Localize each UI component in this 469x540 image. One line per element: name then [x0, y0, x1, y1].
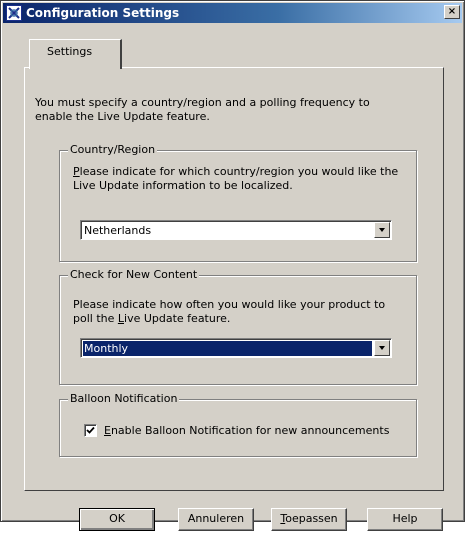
- new-content-legend: Check for New Content: [68, 268, 200, 281]
- polling-frequency-select[interactable]: Monthly: [80, 338, 392, 358]
- apply-button[interactable]: Toepassen: [271, 508, 347, 531]
- country-region-group: Country/Region Please indicate for which…: [59, 143, 417, 262]
- country-region-description: Please indicate for which country/region…: [73, 165, 399, 192]
- country-region-value: Netherlands: [84, 224, 152, 237]
- polling-frequency-dropdown-button[interactable]: [374, 340, 390, 356]
- new-content-group: Check for New Content Please indicate ho…: [59, 268, 417, 385]
- intro-text: You must specify a country/region and a …: [35, 96, 370, 123]
- new-content-description: Please indicate how often you would like…: [73, 298, 386, 325]
- ok-button[interactable]: OK: [79, 508, 155, 531]
- help-button[interactable]: Help: [367, 508, 443, 531]
- country-region-select[interactable]: Netherlands: [80, 220, 392, 240]
- title-bar[interactable]: Configuration Settings ×: [3, 3, 462, 23]
- balloon-notification-group: Balloon Notification Enable Balloon Noti…: [59, 392, 417, 457]
- close-button[interactable]: ×: [444, 5, 460, 19]
- chevron-down-icon: [379, 346, 385, 350]
- check-icon: [86, 426, 95, 434]
- configuration-settings-dialog: Configuration Settings × Settings You mu…: [0, 0, 465, 531]
- close-icon: ×: [447, 6, 457, 17]
- cancel-button[interactable]: Annuleren: [178, 508, 254, 531]
- window-title: Configuration Settings: [26, 6, 180, 20]
- chevron-down-icon: [379, 228, 385, 232]
- balloon-notification-label[interactable]: Enable Balloon Notification for new anno…: [104, 424, 389, 437]
- tab-settings[interactable]: Settings: [29, 39, 122, 69]
- polling-frequency-value: Monthly: [83, 341, 372, 356]
- tab-settings-label: Settings: [47, 45, 93, 58]
- app-icon: [6, 5, 22, 21]
- balloon-notification-checkbox[interactable]: [84, 424, 97, 437]
- balloon-notification-legend: Balloon Notification: [68, 392, 180, 405]
- country-region-dropdown-button[interactable]: [374, 222, 390, 238]
- country-region-legend: Country/Region: [68, 143, 158, 156]
- settings-panel: You must specify a country/region and a …: [24, 67, 444, 491]
